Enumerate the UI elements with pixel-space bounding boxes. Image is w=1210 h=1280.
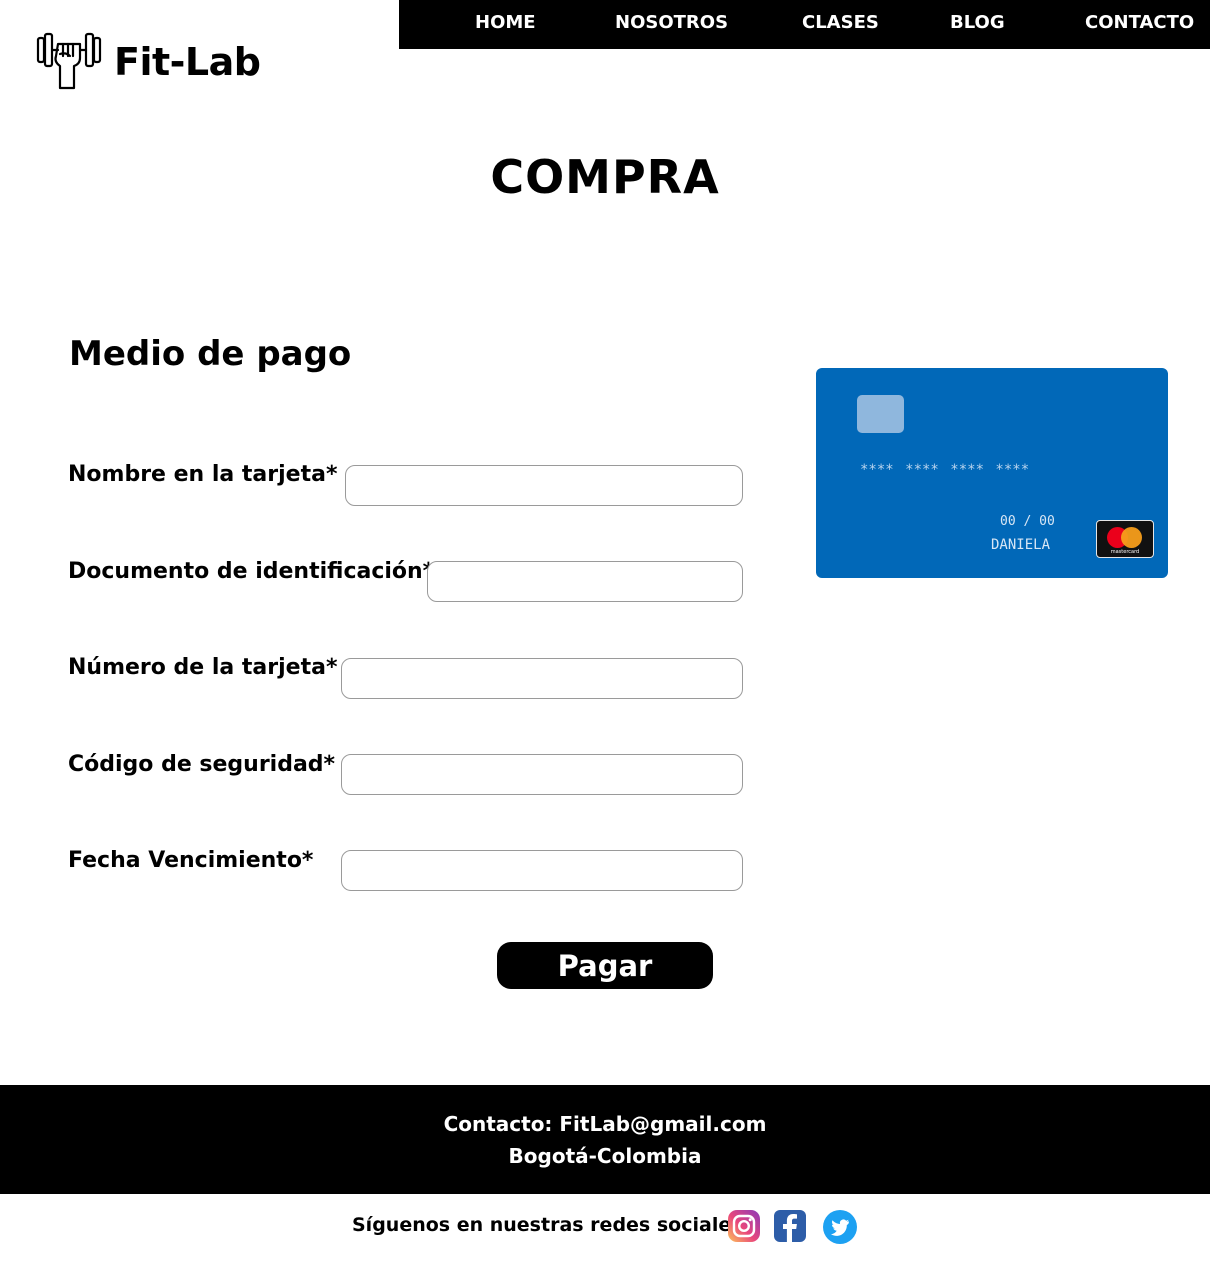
card-chip-icon — [857, 395, 904, 433]
footer: Contacto: FitLab@gmail.com Bogotá-Colomb… — [0, 1085, 1210, 1194]
brand-logo[interactable]: Fit-Lab — [36, 30, 261, 94]
expiry-date-label: Fecha Vencimiento* — [68, 848, 314, 873]
instagram-icon[interactable] — [727, 1209, 761, 1243]
security-code-input[interactable] — [341, 754, 743, 795]
expiry-date-input[interactable] — [341, 850, 743, 891]
nav-home[interactable]: HOME — [475, 12, 536, 33]
facebook-icon[interactable] — [773, 1209, 807, 1243]
payment-section-title: Medio de pago — [69, 334, 352, 374]
card-holder-display: DANIELA — [991, 537, 1051, 553]
brand-name: Fit-Lab — [114, 40, 261, 84]
card-expiry-display: 00 / 00 — [1000, 514, 1055, 529]
card-number-input[interactable] — [341, 658, 743, 699]
card-name-label: Nombre en la tarjeta* — [68, 462, 338, 487]
footer-location: Bogotá-Colombia — [508, 1144, 702, 1168]
pay-button[interactable]: Pagar — [497, 942, 713, 989]
credit-card-preview: **** **** **** **** 00 / 00 DANIELA mast… — [816, 368, 1168, 578]
nav-contacto[interactable]: CONTACTO — [1085, 12, 1194, 33]
footer-contact[interactable]: Contacto: FitLab@gmail.com — [0, 1112, 1210, 1136]
nav-nosotros[interactable]: NOSOTROS — [615, 12, 728, 33]
card-number-label: Número de la tarjeta* — [68, 655, 338, 680]
nav-blog[interactable]: BLOG — [950, 12, 1005, 33]
social-text: Síguenos en nuestras redes sociales — [352, 1214, 743, 1236]
mastercard-icon: mastercard — [1096, 520, 1154, 558]
page-title: COMPRA — [490, 150, 720, 204]
id-document-input[interactable] — [427, 561, 743, 602]
nav-clases[interactable]: CLASES — [802, 12, 879, 33]
id-document-label: Documento de identificación* — [68, 559, 435, 584]
dumbbell-hand-icon — [36, 30, 102, 94]
twitter-icon[interactable] — [822, 1209, 857, 1244]
security-code-label: Código de seguridad* — [68, 752, 336, 777]
main-nav: HOME NOSOTROS CLASES BLOG CONTACTO — [399, 0, 1210, 49]
mastercard-text: mastercard — [1110, 549, 1140, 555]
card-number-display: **** **** **** **** — [860, 462, 1030, 478]
card-name-input[interactable] — [345, 465, 743, 506]
